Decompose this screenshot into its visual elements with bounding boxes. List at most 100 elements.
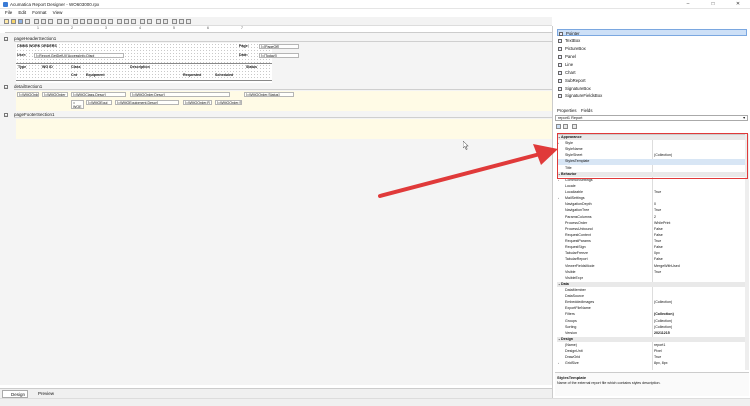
menu-view[interactable]: View bbox=[53, 9, 63, 17]
property-row[interactable]: ProcessOrder WhilePrint bbox=[557, 221, 747, 226]
property-row[interactable]: Groups (Collection) bbox=[557, 319, 747, 324]
page-number-field[interactable]: [=[PageOf]] bbox=[259, 44, 299, 49]
property-row[interactable]: RequestParams True bbox=[557, 239, 747, 244]
col-type[interactable]: Type bbox=[18, 65, 26, 70]
tab-design[interactable]: Design bbox=[2, 390, 28, 398]
property-value[interactable]: False bbox=[654, 227, 663, 232]
tool-panel[interactable]: Panel bbox=[557, 53, 747, 60]
close-button[interactable]: ✕ bbox=[730, 0, 746, 9]
property-row[interactable]: DataMember bbox=[557, 288, 747, 293]
minimize-button[interactable]: – bbox=[680, 0, 696, 9]
col-cnt[interactable]: Cnt bbox=[71, 73, 77, 78]
tool-chart[interactable]: Chart bbox=[557, 69, 747, 76]
snap-icon[interactable] bbox=[179, 19, 184, 24]
col-status[interactable]: Status bbox=[246, 65, 257, 70]
design-canvas[interactable]: − pageHeaderSection1 CMMS WORK ORDERS Pa… bbox=[0, 33, 552, 385]
align-left-icon[interactable] bbox=[73, 19, 78, 24]
property-value[interactable]: Pixel bbox=[654, 349, 662, 354]
page-label[interactable]: Page: bbox=[239, 44, 249, 49]
property-row[interactable]: RequestContext False bbox=[557, 233, 747, 238]
lock-icon[interactable] bbox=[186, 19, 191, 24]
v-spacing-icon[interactable] bbox=[147, 19, 152, 24]
property-value[interactable]: (Collection) bbox=[654, 300, 672, 305]
detail-section[interactable]: [=WMOOrder [=WMOOrder [=WMOClass.Descr] … bbox=[16, 91, 552, 111]
property-value[interactable]: 2 bbox=[654, 215, 656, 220]
send-back-icon[interactable] bbox=[163, 19, 168, 24]
detail-field-description[interactable]: [=WMOOrder.Descr] bbox=[130, 92, 230, 97]
tool-signaturebox[interactable]: SignatureBox bbox=[557, 85, 747, 92]
detail-field-type[interactable]: [=WMOOrder bbox=[17, 92, 39, 97]
date-label[interactable]: Date: bbox=[239, 53, 248, 58]
align-top-icon[interactable] bbox=[94, 19, 99, 24]
property-row[interactable]: VisibleExpr bbox=[557, 276, 747, 281]
property-value[interactable]: 0px bbox=[654, 251, 660, 256]
redo-icon[interactable] bbox=[64, 19, 69, 24]
categorized-icon[interactable] bbox=[556, 124, 561, 129]
align-bottom-icon[interactable] bbox=[108, 19, 113, 24]
save-as-icon[interactable] bbox=[25, 19, 30, 24]
paste-icon[interactable] bbox=[48, 19, 53, 24]
property-row[interactable]: NavigationTree True bbox=[557, 208, 747, 213]
property-row[interactable]: › MailSettings bbox=[557, 196, 747, 201]
property-value[interactable]: False bbox=[654, 245, 663, 250]
property-row[interactable]: DataSource bbox=[557, 294, 747, 299]
property-row[interactable]: TabularFreeze 0px bbox=[557, 251, 747, 256]
property-value[interactable]: MergeWithUsed bbox=[654, 264, 680, 269]
align-right-icon[interactable] bbox=[87, 19, 92, 24]
tab-fields[interactable]: Fields bbox=[579, 108, 594, 114]
bring-front-icon[interactable] bbox=[156, 19, 161, 24]
property-row[interactable]: ViewerFieldsMode MergeWithUsed bbox=[557, 264, 747, 269]
property-row[interactable]: › GridSize 8px, 8px bbox=[557, 361, 747, 366]
user-field[interactable]: [=Report.GetDefUI('AccessInfo.Displ bbox=[34, 53, 124, 58]
copy-icon[interactable] bbox=[41, 19, 46, 24]
property-value[interactable]: False bbox=[654, 257, 663, 262]
property-value[interactable]: True bbox=[654, 239, 661, 244]
collapse-toggle[interactable]: − bbox=[4, 113, 8, 117]
property-value[interactable]: report1 bbox=[654, 343, 665, 348]
property-value[interactable]: 20211215 bbox=[654, 331, 670, 336]
col-requested[interactable]: Requested bbox=[183, 73, 201, 78]
property-row[interactable]: DrawGrid True bbox=[557, 355, 747, 360]
tool-line[interactable]: Line bbox=[557, 61, 747, 68]
collapse-toggle[interactable]: − bbox=[4, 37, 8, 41]
page-footer-section[interactable] bbox=[16, 119, 552, 139]
grid-icon[interactable] bbox=[172, 19, 177, 24]
menu-format[interactable]: Format bbox=[32, 9, 46, 17]
detail-field-cnt[interactable]: = WOE bbox=[71, 100, 84, 109]
property-value[interactable]: (Collection) bbox=[654, 312, 674, 317]
col-equipment[interactable]: Equipment bbox=[86, 73, 105, 78]
detail-field-status[interactable]: [=WMOOrder.Status] bbox=[244, 92, 294, 97]
page-header-band[interactable]: − pageHeaderSection1 bbox=[4, 36, 552, 42]
property-pages-icon[interactable] bbox=[572, 124, 577, 129]
page-footer-band[interactable]: − pageFooterSection1 bbox=[4, 112, 552, 118]
property-row[interactable]: Version 20211215 bbox=[557, 331, 747, 336]
property-category[interactable]: ⌄ Data bbox=[557, 281, 747, 288]
property-value[interactable]: (Collection) bbox=[654, 325, 672, 330]
report-title[interactable]: CMMS WORK ORDERS bbox=[17, 44, 57, 49]
maximize-button[interactable]: □ bbox=[705, 0, 721, 9]
alphabetical-icon[interactable] bbox=[563, 124, 568, 129]
align-middle-icon[interactable] bbox=[101, 19, 106, 24]
detail-field-class[interactable]: [=WMOClass.Descr] bbox=[71, 92, 126, 97]
property-row[interactable]: Filters (Collection) bbox=[557, 312, 747, 317]
property-row[interactable]: ProcessUnbound False bbox=[557, 227, 747, 232]
expand-chevron-icon[interactable]: › bbox=[558, 361, 559, 366]
undo-icon[interactable] bbox=[57, 19, 62, 24]
property-value[interactable]: True bbox=[654, 270, 661, 275]
col-class[interactable]: Class bbox=[71, 65, 81, 70]
open-icon[interactable] bbox=[11, 19, 16, 24]
col-scheduled[interactable]: Scheduled bbox=[215, 73, 233, 78]
collapse-toggle[interactable]: − bbox=[4, 85, 8, 89]
h-spacing-icon[interactable] bbox=[140, 19, 145, 24]
property-row[interactable]: Localizable True bbox=[557, 190, 747, 195]
property-value[interactable]: (Collection) bbox=[654, 319, 672, 324]
property-row[interactable]: ParamsColumns 2 bbox=[557, 215, 747, 220]
detail-field-requested[interactable]: [=WMOOrder.R bbox=[183, 100, 212, 105]
detail-field-equipment[interactable]: [=WMOEqui bbox=[86, 100, 112, 105]
new-report-icon[interactable] bbox=[4, 19, 9, 24]
cut-icon[interactable] bbox=[34, 19, 39, 24]
tool-picturebox[interactable]: PictureBox bbox=[557, 45, 747, 52]
property-row[interactable]: ExportFileName bbox=[557, 306, 747, 311]
menu-file[interactable]: File bbox=[5, 9, 12, 17]
tool-textbox[interactable]: TextBox bbox=[557, 37, 747, 44]
